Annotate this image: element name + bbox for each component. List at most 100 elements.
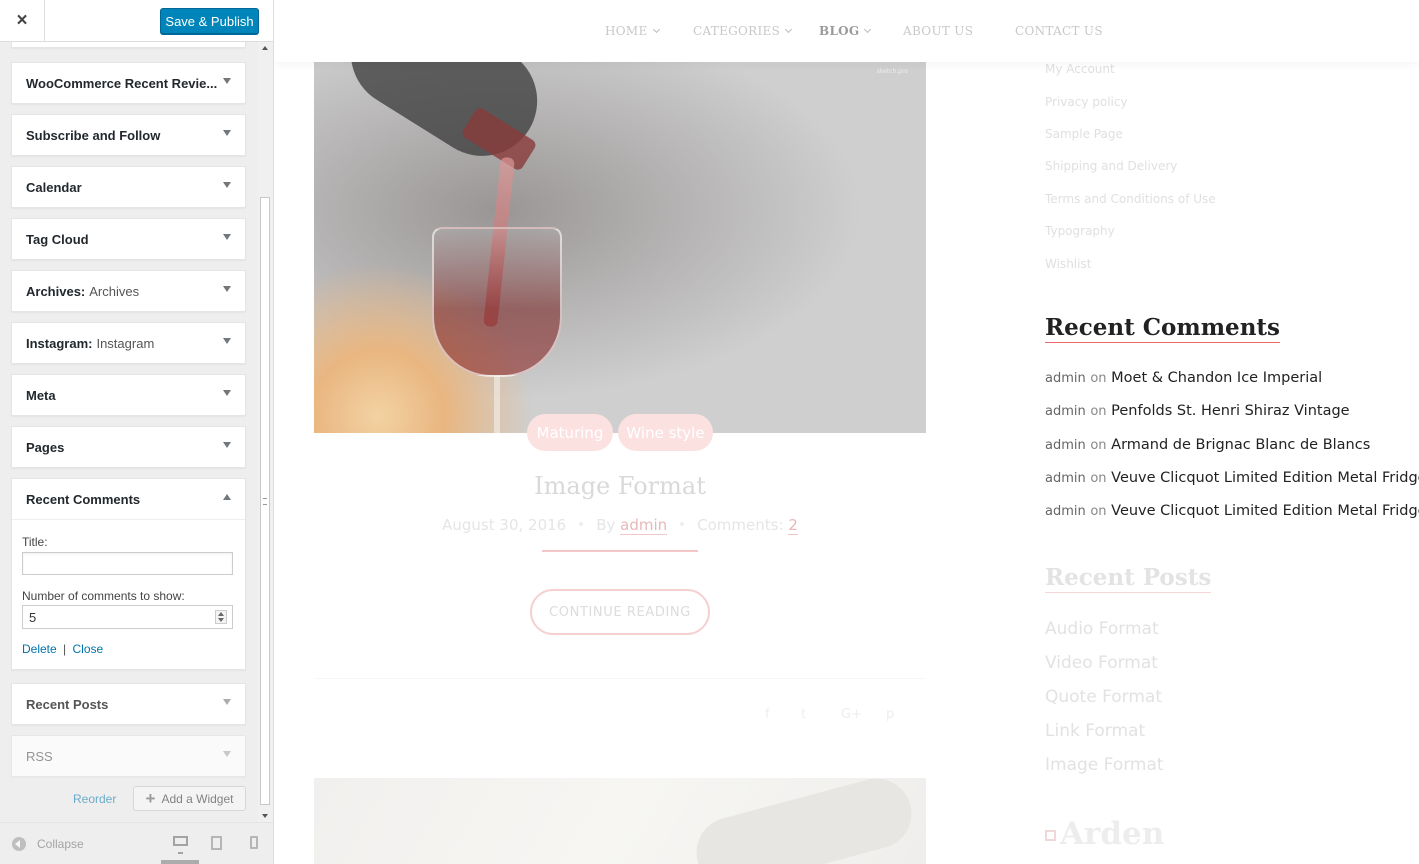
expand-arrow-icon[interactable] xyxy=(223,751,231,757)
widget-title: WooCommerce Recent Revie... xyxy=(26,75,218,91)
close-link[interactable]: Close xyxy=(73,642,104,656)
category-tag[interactable]: Wine style xyxy=(618,414,713,451)
reorder-link[interactable]: Reorder xyxy=(73,792,116,806)
widget-header[interactable]: Pages xyxy=(12,427,245,467)
widget-header[interactable]: Subscribe and Follow xyxy=(12,115,245,155)
widget-title: Tag Cloud xyxy=(26,231,89,247)
expand-arrow-icon[interactable] xyxy=(223,699,231,705)
title-input[interactable] xyxy=(22,552,233,575)
widget-header[interactable]: Tag Cloud xyxy=(12,219,245,259)
add-widget-label: Add a Widget xyxy=(161,791,234,806)
post-title[interactable]: Image Format xyxy=(314,472,926,500)
page-link[interactable]: Wishlist xyxy=(1045,257,1091,271)
widget-meta[interactable]: Meta xyxy=(11,374,246,416)
widget-woocommerce-recent-reviews[interactable]: WooCommerce Recent Revie... xyxy=(11,62,246,104)
widget-header[interactable]: WooCommerce Recent Revie... xyxy=(12,63,245,103)
widget-partial[interactable] xyxy=(11,42,246,48)
expand-arrow-icon[interactable] xyxy=(223,442,231,448)
scroll-down-icon[interactable] xyxy=(262,814,268,818)
comment-count-input[interactable]: 5 xyxy=(22,605,233,629)
scrollbar-thumb[interactable] xyxy=(260,197,270,805)
expand-arrow-icon[interactable] xyxy=(223,130,231,136)
customizer-panel: × Save & Publish WooCommerce Recent Revi… xyxy=(0,0,274,864)
widget-header[interactable]: Recent Posts xyxy=(12,684,245,724)
nav-home[interactable]: HOME xyxy=(605,24,660,38)
add-widget-button[interactable]: + Add a Widget xyxy=(133,786,246,811)
author-link[interactable]: admin xyxy=(620,516,668,535)
panel-scrollbar[interactable] xyxy=(258,42,273,822)
recent-post-link[interactable]: Video Format xyxy=(1045,653,1158,673)
widget-title: Pages xyxy=(26,439,65,455)
collapse-icon[interactable] xyxy=(12,837,26,851)
delete-link[interactable]: Delete xyxy=(22,642,57,656)
expand-arrow-icon[interactable] xyxy=(223,234,231,240)
google-plus-icon[interactable]: G+ xyxy=(841,707,862,722)
desktop-preview-icon[interactable] xyxy=(173,836,188,854)
continue-reading-button[interactable]: CONTINUE READING xyxy=(530,589,710,635)
category-tag[interactable]: Maturing xyxy=(527,414,613,451)
scroll-up-icon[interactable] xyxy=(262,46,268,50)
expand-arrow-icon[interactable] xyxy=(223,286,231,292)
page-link[interactable]: My Account xyxy=(1045,62,1115,76)
widget-header[interactable]: Instagram: Instagram xyxy=(12,323,245,363)
widget-header[interactable]: RSS xyxy=(12,736,245,776)
close-customizer-button[interactable]: × xyxy=(0,0,45,42)
nav-categories[interactable]: CATEGORIES xyxy=(693,24,793,38)
number-spinner-icon[interactable] xyxy=(215,610,227,624)
tablet-preview-icon[interactable] xyxy=(211,836,222,850)
brand-logo: Arden xyxy=(1045,816,1164,852)
nav-about-us[interactable]: ABOUT US xyxy=(903,24,973,38)
recent-post-link[interactable]: Image Format xyxy=(1045,755,1164,775)
widget-title: Recent Comments xyxy=(26,491,141,507)
page-link[interactable]: Shipping and Delivery xyxy=(1045,159,1177,173)
widget-header[interactable]: Meta xyxy=(12,375,245,415)
recent-post-link[interactable]: Audio Format xyxy=(1045,619,1159,639)
pinterest-icon[interactable]: p xyxy=(886,707,894,722)
widget-subscribe-and-follow[interactable]: Subscribe and Follow xyxy=(11,114,246,156)
meta-separator xyxy=(579,522,584,526)
widget-calendar[interactable]: Calendar xyxy=(11,166,246,208)
widget-title: Subscribe and Follow xyxy=(26,127,161,143)
post-featured-image[interactable]: sketch.pro xyxy=(314,62,926,433)
page-link[interactable]: Sample Page xyxy=(1045,127,1123,141)
collapse-label[interactable]: Collapse xyxy=(37,837,84,851)
post-divider xyxy=(314,678,926,679)
save-publish-button[interactable]: Save & Publish xyxy=(160,8,259,34)
widget-header[interactable]: Recent Comments xyxy=(12,479,245,519)
next-post-image[interactable] xyxy=(314,770,926,864)
collapse-arrow-icon[interactable] xyxy=(223,494,231,500)
recent-post-link[interactable]: Link Format xyxy=(1045,721,1145,741)
chevron-down-icon xyxy=(785,25,793,34)
widget-rss[interactable]: RSS xyxy=(11,735,246,777)
widget-header[interactable]: Calendar xyxy=(12,167,245,207)
page-link[interactable]: Privacy policy xyxy=(1045,95,1128,109)
nav-blog[interactable]: BLOG xyxy=(819,24,872,38)
recent-post-link[interactable]: Quote Format xyxy=(1045,687,1162,707)
nav-contact-us[interactable]: CONTACT US xyxy=(1015,24,1103,38)
widget-pages[interactable]: Pages xyxy=(11,426,246,468)
comment-post-link[interactable]: Moet & Chandon Ice Imperial xyxy=(1111,370,1322,386)
widget-recent-comments[interactable]: Recent Comments Title: Number of comment… xyxy=(11,478,246,670)
widget-recent-posts[interactable]: Recent Posts xyxy=(11,683,246,725)
widget-tag-cloud[interactable]: Tag Cloud xyxy=(11,218,246,260)
expand-arrow-icon[interactable] xyxy=(223,390,231,396)
twitter-icon[interactable]: t xyxy=(801,707,806,722)
page-link[interactable]: Terms and Conditions of Use xyxy=(1045,192,1216,206)
widget-header[interactable]: Archives: Archives xyxy=(12,271,245,311)
comment-post-link[interactable]: Penfolds St. Henri Shiraz Vintage xyxy=(1111,403,1349,419)
comment-post-link[interactable]: Armand de Brignac Blanc de Blancs xyxy=(1111,437,1370,453)
comment-post-link[interactable]: Veuve Clicquot Limited Edition Metal Fri… xyxy=(1111,503,1419,519)
expand-arrow-icon[interactable] xyxy=(223,182,231,188)
comments-count-link[interactable]: 2 xyxy=(788,516,798,535)
expand-arrow-icon[interactable] xyxy=(223,338,231,344)
recent-comments-heading: Recent Comments xyxy=(1045,314,1280,343)
comment-post-link[interactable]: Veuve Clicquot Limited Edition Metal Fri… xyxy=(1111,470,1419,486)
widget-archives[interactable]: Archives: Archives xyxy=(11,270,246,312)
facebook-icon[interactable]: f xyxy=(765,707,770,722)
chevron-down-icon xyxy=(864,25,872,34)
mobile-preview-icon[interactable] xyxy=(250,836,258,849)
widget-instagram[interactable]: Instagram: Instagram xyxy=(11,322,246,364)
expand-arrow-icon[interactable] xyxy=(223,78,231,84)
page-link[interactable]: Typography xyxy=(1045,224,1115,238)
site-preview: HOME CATEGORIES BLOG ABOUT US CONTACT US… xyxy=(274,0,1419,864)
